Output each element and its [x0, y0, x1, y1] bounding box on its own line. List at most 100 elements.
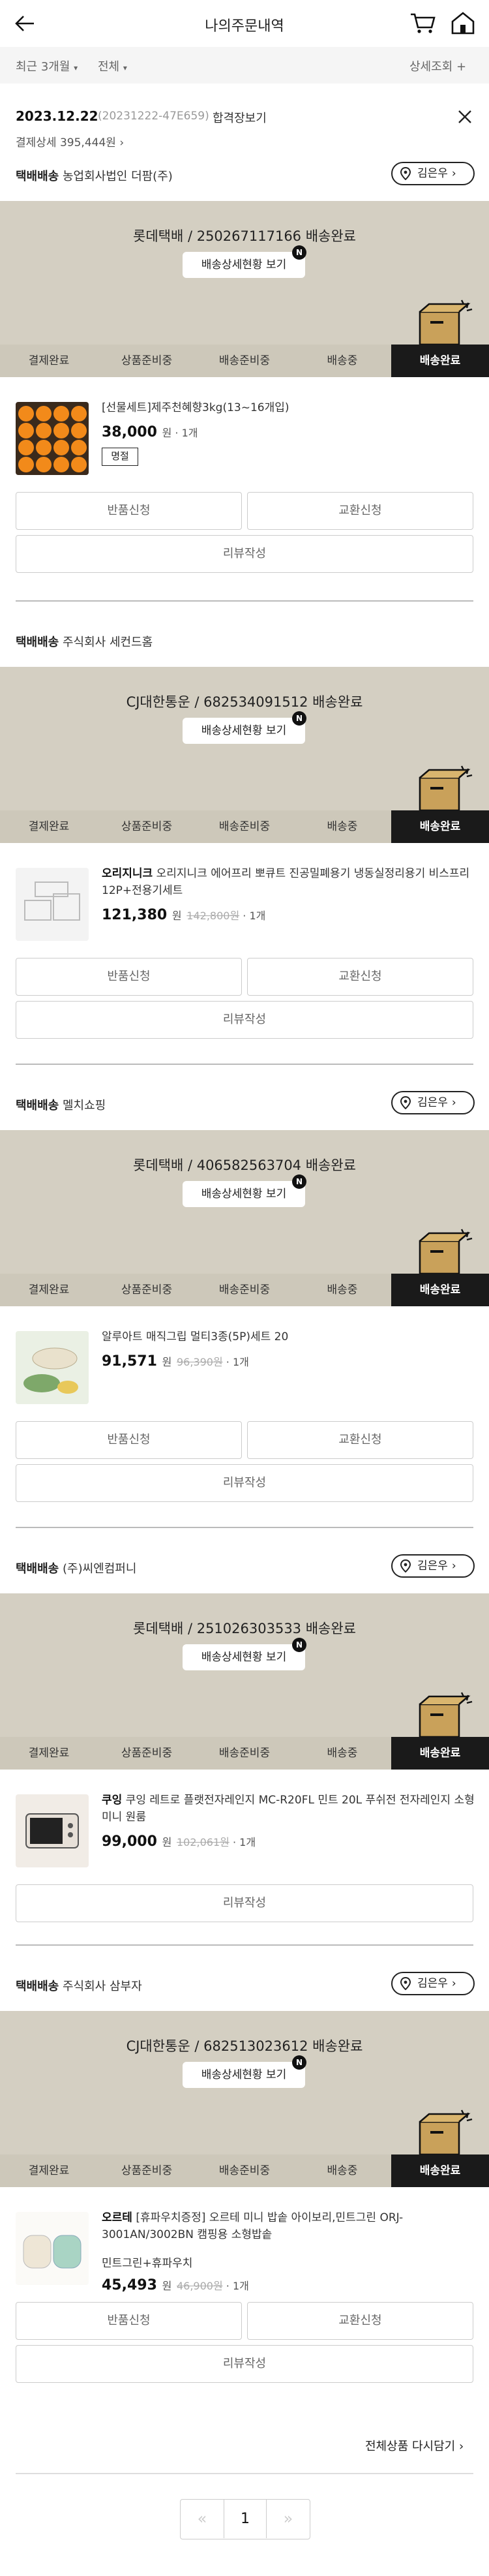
delivery-box-icon — [416, 765, 475, 813]
new-badge: N — [292, 711, 306, 726]
delivery-steps: 결제완료 상품준비중 배송준비중 배송중 배송완료 — [0, 2154, 489, 2187]
write-review-button[interactable]: 리뷰작성 — [16, 535, 473, 573]
product-title: 쿠잉 레트로 플랫전자레인지 MC-R20FL 민트 20L 푸쉬전 전자레인지… — [102, 1794, 475, 1824]
original-price: 46,900원 — [176, 2280, 223, 2292]
price-currency: 원 — [162, 427, 172, 439]
quantity: 1개 — [232, 2280, 249, 2292]
vendor-name: (주)씨엔컴퍼니 — [62, 1562, 137, 1576]
return-request-button[interactable]: 반품신청 — [16, 492, 242, 530]
delivery-location-button[interactable]: 김은우 › — [391, 1091, 475, 1114]
exchange-request-button[interactable]: 교환신청 — [247, 2302, 473, 2340]
product-name[interactable]: 쿠잉 쿠잉 레트로 플랫전자레인지 MC-R20FL 민트 20L 푸쉬전 전자… — [102, 1792, 475, 1826]
tracking-detail-button[interactable]: 배송상세현황 보기 — [183, 1644, 305, 1670]
delivery-box-icon — [416, 299, 475, 347]
delivery-location-button[interactable]: 김은우 › — [391, 162, 475, 185]
shipment-vendor: 택배배송 멜치쇼핑 — [16, 1096, 106, 1113]
current-page[interactable]: 1 — [224, 2500, 267, 2538]
step-2: 상품준비중 — [121, 2164, 173, 2177]
product-name[interactable]: 오르테 [휴파우치증정] 오르테 미니 밥솥 아이보리,민트그린 ORJ-300… — [102, 2209, 475, 2243]
price-currency: 원 — [171, 910, 182, 922]
step-4: 배송중 — [327, 820, 358, 833]
return-request-button[interactable]: 반품신청 — [16, 958, 242, 996]
step-1: 결제완료 — [28, 1747, 70, 1760]
return-request-button[interactable]: 반품신청 — [16, 1421, 242, 1459]
status-filter[interactable]: 전체 ▾ — [98, 57, 127, 74]
step-1: 결제완료 — [28, 2164, 70, 2177]
price-value: 91,571 — [102, 1353, 157, 1370]
shipment-vendor: 택배배송 주식회사 세컨드홈 — [16, 633, 153, 650]
price-currency: 원 — [162, 1836, 172, 1848]
shipment-divider — [16, 1064, 473, 1065]
next-page-button[interactable]: » — [267, 2500, 310, 2538]
delivery-steps: 결제완료 상품준비중 배송준비중 배송중 배송완료 — [0, 1737, 489, 1770]
detail-search-label: 상세조회 — [409, 60, 453, 74]
order-state[interactable]: 합격장보기 — [213, 109, 267, 126]
quantity: 1개 — [232, 1356, 249, 1368]
price-currency: 원 — [162, 2280, 172, 2292]
product-image[interactable] — [16, 2212, 89, 2285]
shipment-divider — [16, 1527, 473, 1528]
tracking-detail-button[interactable]: 배송상세현황 보기 — [183, 252, 305, 278]
status-filter-label: 전체 — [98, 60, 120, 74]
product-name[interactable]: 오리지니크 오리지니크 에어프리 뽀큐트 진공밀폐용기 냉동실정리용기 비스프리… — [102, 865, 475, 899]
chevron-right-icon: › — [119, 136, 125, 149]
delivery-status-banner: 롯데택배 / 406582563704 배송완료 배송상세현황 보기 N — [0, 1130, 489, 1275]
product-image[interactable] — [16, 868, 89, 941]
product-image[interactable] — [16, 1794, 89, 1867]
close-icon[interactable] — [456, 108, 473, 125]
write-review-button[interactable]: 리뷰작성 — [16, 2345, 473, 2383]
quantity-separator: · — [222, 1356, 233, 1368]
chevron-right-icon: › — [451, 167, 456, 180]
product-name[interactable]: 알루아트 매직그립 멀티3종(5P)세트 20 — [102, 1328, 475, 1345]
chevron-right-icon: › — [451, 1977, 456, 1990]
tracking-detail-button[interactable]: 배송상세현황 보기 — [183, 2062, 305, 2088]
delivery-status-banner: CJ대한통운 / 682534091512 배송완료 배송상세현황 보기 N — [0, 667, 489, 813]
tracking-detail-button[interactable]: 배송상세현황 보기 — [183, 1181, 305, 1207]
product-image[interactable] — [16, 402, 89, 475]
original-price: 96,390원 — [176, 1356, 223, 1368]
product-tag: 명절 — [102, 448, 138, 466]
exchange-request-button[interactable]: 교환신청 — [247, 492, 473, 530]
step-3: 배송준비중 — [218, 1283, 271, 1296]
product-title: [휴파우치증정] 오르테 미니 밥솥 아이보리,민트그린 ORJ-3001AN/… — [102, 2211, 404, 2241]
chevron-down-icon: ▾ — [74, 63, 78, 72]
home-icon[interactable] — [450, 10, 476, 35]
product-name[interactable]: [선물세트]제주천혜향3kg(13~16개입) — [102, 399, 475, 416]
shipment-vendor: 택배배송 (주)씨엔컴퍼니 — [16, 1559, 136, 1576]
price-value: 38,000 — [102, 424, 157, 440]
cart-icon[interactable] — [409, 12, 436, 34]
period-filter[interactable]: 최근 3개월 ▾ — [16, 57, 78, 74]
quantity: 1개 — [249, 910, 266, 922]
product-image[interactable] — [16, 1331, 89, 1404]
delivery-type-label: 택배배송 — [16, 1562, 59, 1576]
return-request-button[interactable]: 반품신청 — [16, 2302, 242, 2340]
write-review-button[interactable]: 리뷰작성 — [16, 1464, 473, 1502]
payment-detail-link[interactable]: 결제상세 395,444원 › — [16, 133, 124, 149]
step-5: 배송완료 — [391, 1737, 489, 1770]
write-review-button[interactable]: 리뷰작성 — [16, 1884, 473, 1922]
step-5: 배송완료 — [391, 345, 489, 377]
delivery-location-button[interactable]: 김은우 › — [391, 1554, 475, 1578]
step-2: 상품준비중 — [121, 1747, 173, 1760]
step-4: 배송중 — [327, 1283, 358, 1296]
delivery-box-icon — [416, 2109, 475, 2157]
write-review-button[interactable]: 리뷰작성 — [16, 1001, 473, 1039]
delivery-type-label: 택배배송 — [16, 170, 59, 183]
step-5: 배송완료 — [391, 1274, 489, 1306]
exchange-request-button[interactable]: 교환신청 — [247, 958, 473, 996]
step-1: 결제완료 — [28, 1283, 70, 1296]
detail-search-link[interactable]: 상세조회 + — [409, 57, 466, 74]
quantity-separator: · — [239, 910, 250, 922]
shipment-divider — [16, 600, 473, 602]
reorder-all-link[interactable]: 전체상품 다시담기 › — [365, 2437, 464, 2454]
order-date: 2023.12.22 — [16, 108, 98, 124]
delivery-location-button[interactable]: 김은우 › — [391, 1972, 475, 1995]
prev-page-button[interactable]: « — [181, 2500, 224, 2538]
tracking-detail-button[interactable]: 배송상세현황 보기 — [183, 718, 305, 744]
exchange-request-button[interactable]: 교환신청 — [247, 1421, 473, 1459]
delivery-box-icon — [416, 1691, 475, 1740]
delivery-type-label: 택배배송 — [16, 1099, 59, 1112]
price-value: 121,380 — [102, 907, 168, 923]
step-3: 배송준비중 — [218, 354, 271, 367]
step-4: 배송중 — [327, 1747, 358, 1760]
